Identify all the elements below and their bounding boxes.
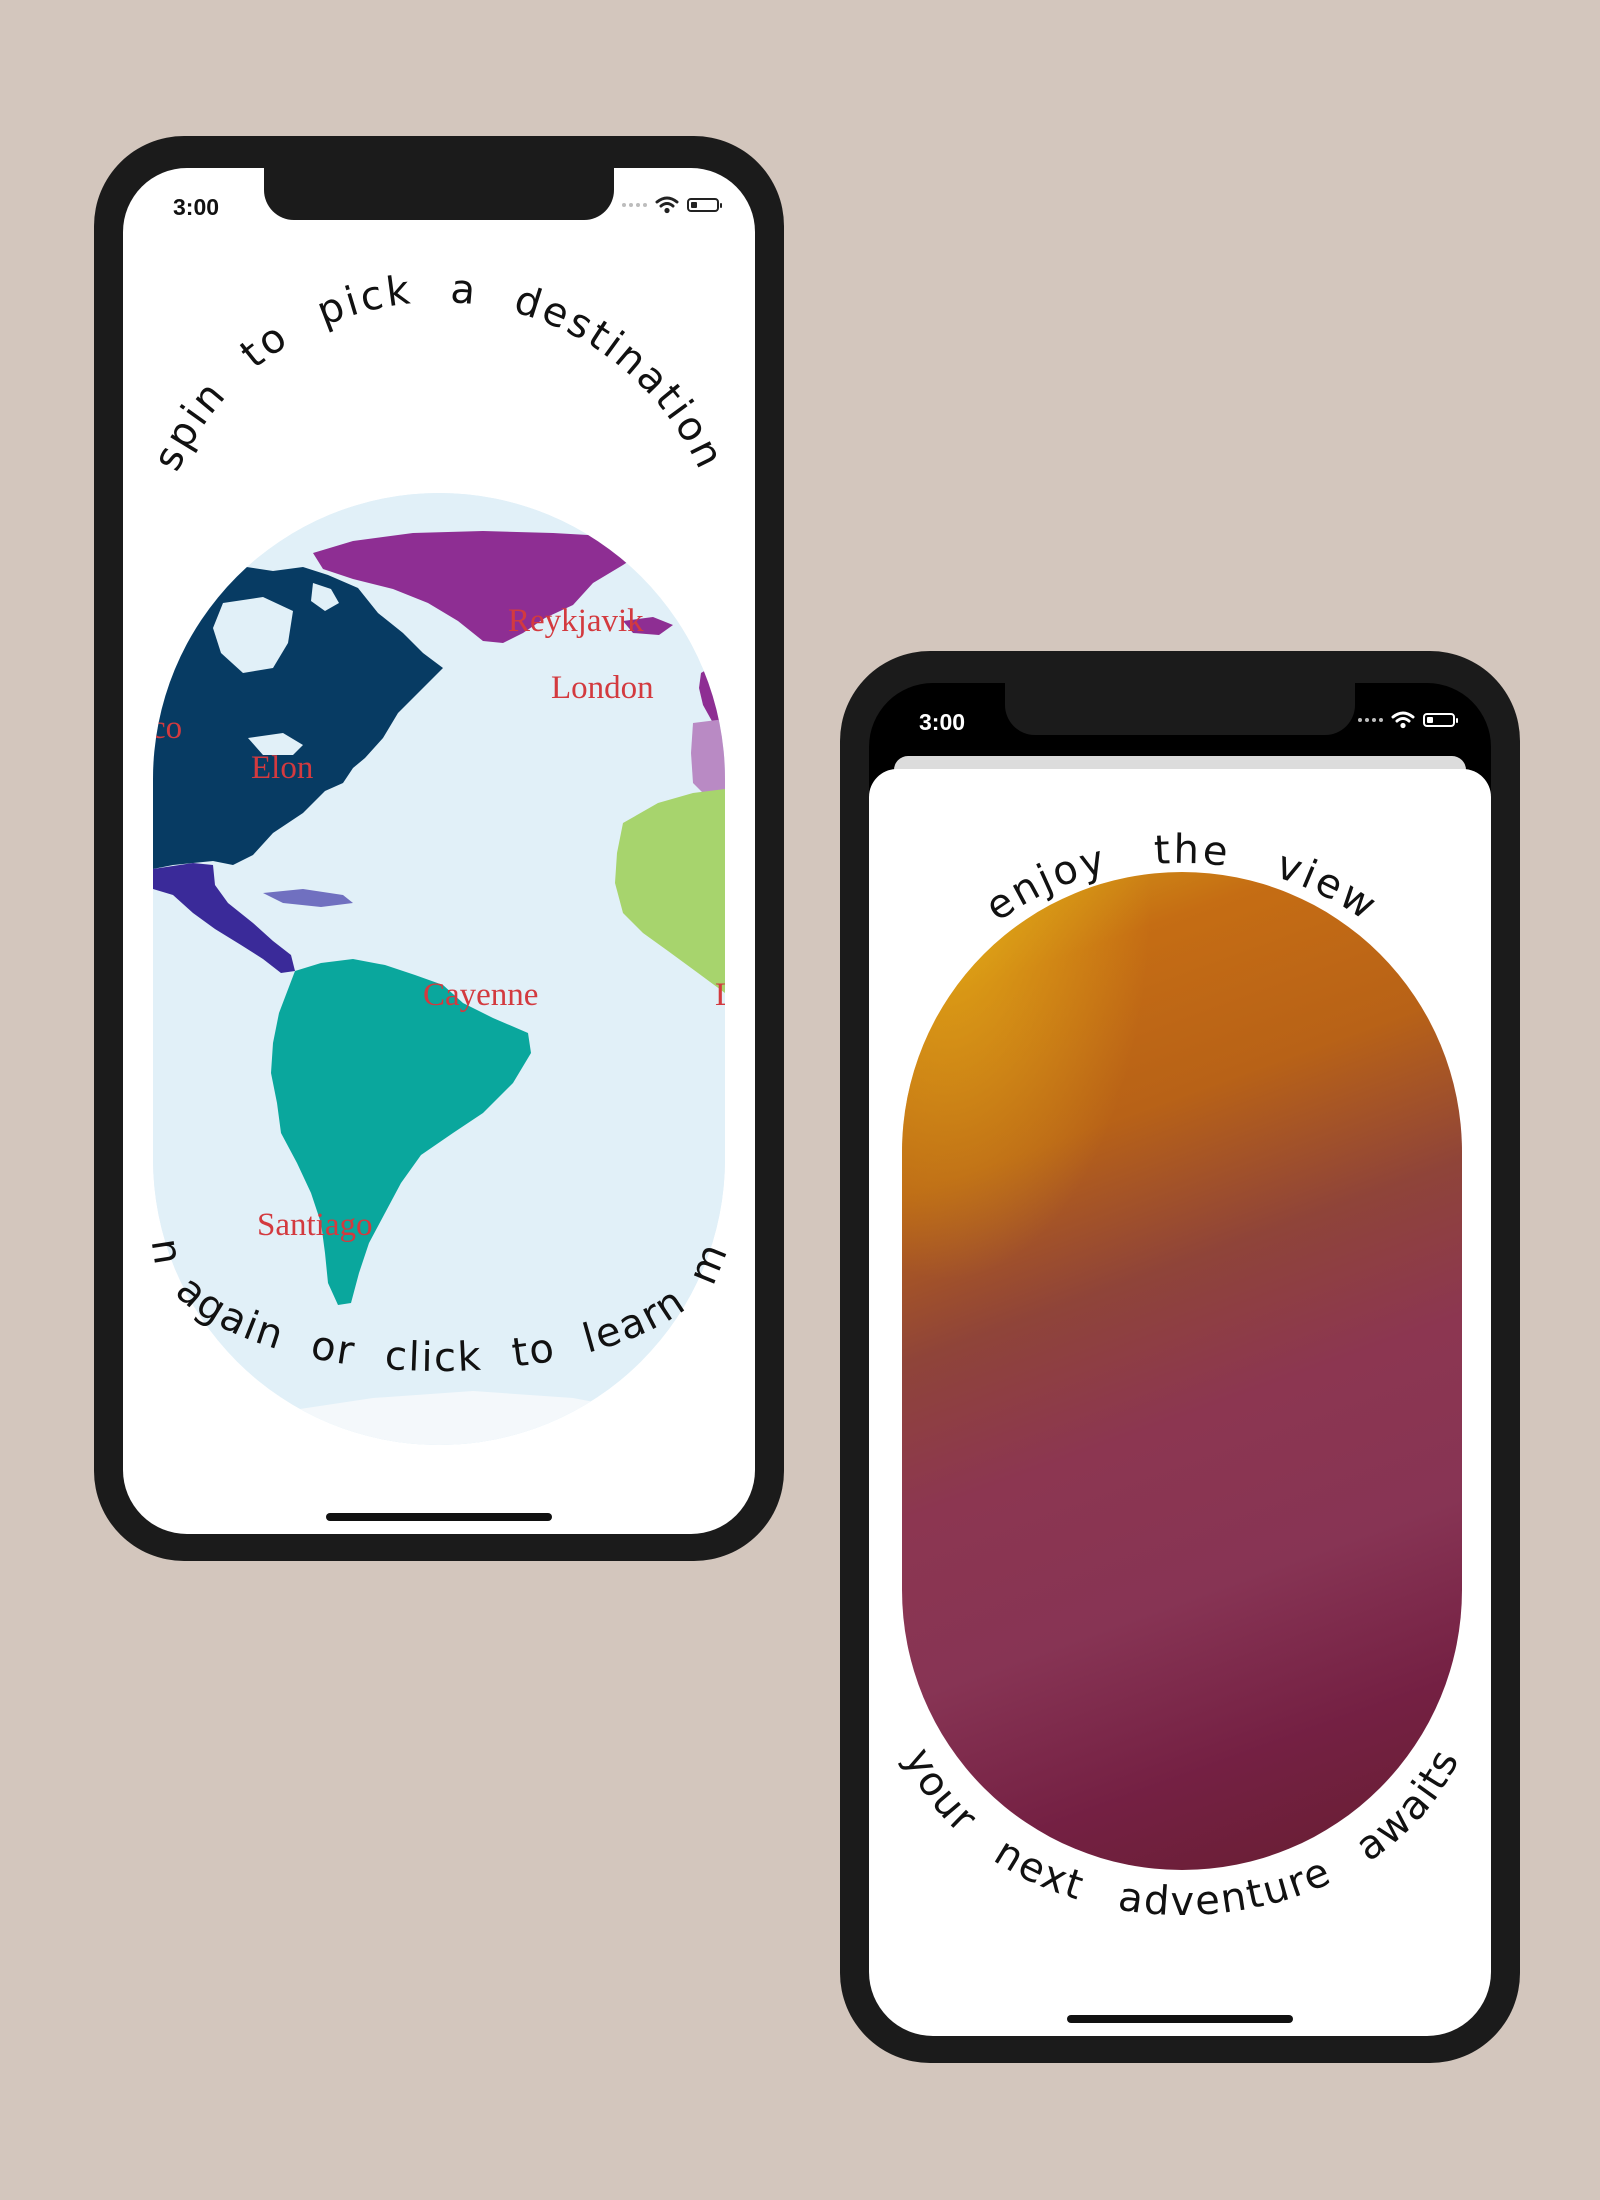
battery-icon [1423,713,1458,727]
status-icons [622,196,722,214]
notch [1005,683,1355,735]
phone-enjoy-view: 3:00 enjoy the view [840,651,1520,2063]
phone-destination-picker: 3:00 spin to pick a destination Reykjavi… [94,136,784,1561]
cellular-signal-icon [622,203,647,207]
city-label-elon[interactable]: Elon [251,750,313,786]
notch [264,168,614,220]
city-label-london[interactable]: London [551,670,654,706]
city-label-partial-left[interactable]: co [153,710,182,746]
city-label-santiago[interactable]: Santiago [257,1207,372,1243]
status-time: 3:00 [919,709,966,735]
cellular-signal-icon [1358,718,1383,722]
svg-text:your next adventure awaits: your next adventure awaits [895,1741,1469,1925]
header-text: spin to pick a destination [144,266,730,478]
home-indicator[interactable] [326,1513,552,1521]
footer-curved-text: your next adventure awaits [895,1741,1469,1925]
battery-icon [687,198,722,212]
status-icons [1358,711,1458,729]
svg-text:spin to pick a destination: spin to pick a destination [144,266,733,478]
header-curved-text: spin to pick a destination [144,266,730,478]
wifi-icon [655,196,679,214]
screen-enjoy-view: 3:00 enjoy the view [869,683,1491,2036]
footer-curved-text: spin again or click to learn more [123,1210,736,1381]
footer-text: your next adventure awaits [895,1741,1467,1925]
status-time: 3:00 [173,194,220,220]
home-indicator[interactable] [1067,2015,1293,2023]
screen-destination-picker: 3:00 spin to pick a destination Reykjavi… [123,168,755,1534]
city-label-partial-right[interactable]: L [715,977,725,1013]
city-label-cayenne[interactable]: Cayenne [423,977,538,1013]
wifi-icon [1391,711,1415,729]
